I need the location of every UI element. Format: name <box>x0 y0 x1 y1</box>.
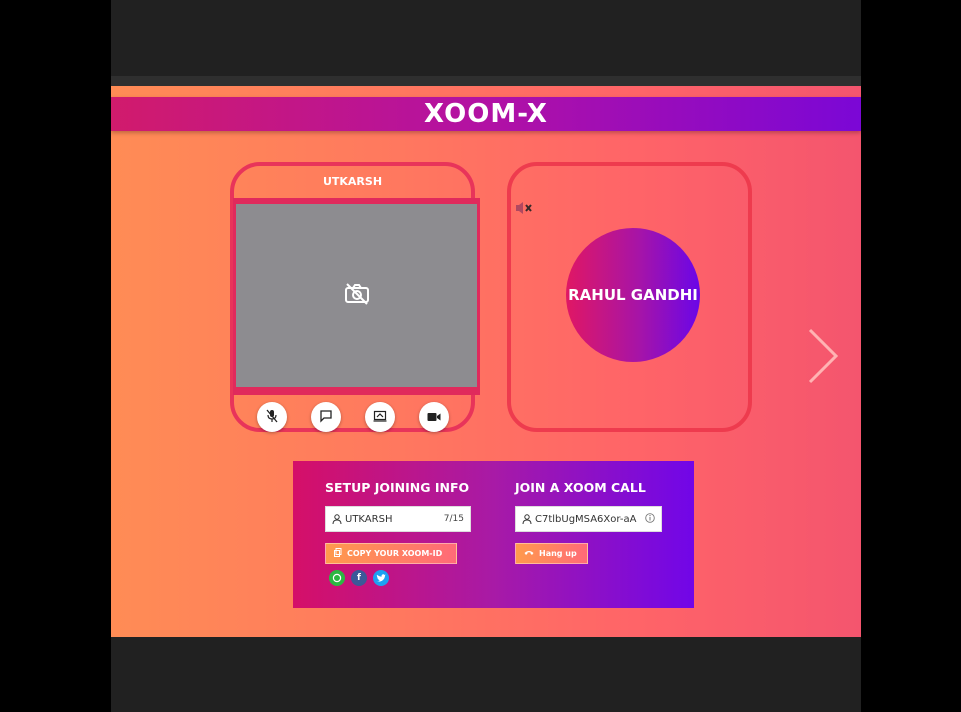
chevron-right-icon[interactable] <box>806 328 840 388</box>
setup-heading: SETUP JOINING INFO <box>325 480 470 495</box>
twitter-icon[interactable] <box>373 570 389 586</box>
info-icon[interactable] <box>645 512 655 526</box>
xoom-id-input[interactable]: C7tlbUgMSA6Xor-aA <box>515 506 662 532</box>
join-heading: JOIN A XOOM CALL <box>515 480 646 495</box>
mic-toggle-button[interactable] <box>256 402 287 432</box>
local-video-frame <box>233 198 480 395</box>
hang-up-label: Hang up <box>539 549 577 558</box>
xoom-id-value: C7tlbUgMSA6Xor-aA <box>535 513 637 525</box>
local-video-area <box>236 204 477 387</box>
name-input[interactable]: UTKARSH 7/15 <box>325 506 471 532</box>
user-icon <box>522 514 532 524</box>
local-participant-name: UTKARSH <box>322 174 383 188</box>
chat-button[interactable] <box>310 402 341 432</box>
top-strip <box>111 76 861 86</box>
whatsapp-icon[interactable] <box>329 570 345 586</box>
copy-id-button[interactable]: COPY YOUR XOOM-ID <box>325 543 457 564</box>
call-controls <box>234 399 471 435</box>
hang-up-button[interactable]: Hang up <box>515 543 588 564</box>
share-row: f <box>329 570 389 586</box>
speaker-muted-icon <box>515 200 535 219</box>
app-title: XOOM-X <box>424 99 548 129</box>
remote-participant-name: RAHUL GANDHI <box>568 286 698 304</box>
mic-muted-icon <box>265 408 279 427</box>
phone-hangup-icon <box>524 549 534 558</box>
facebook-icon[interactable]: f <box>351 570 367 586</box>
camera-off-icon <box>344 282 370 310</box>
copy-id-label: COPY YOUR XOOM-ID <box>347 549 443 558</box>
remote-avatar: RAHUL GANDHI <box>566 228 700 362</box>
screen-share-button[interactable] <box>364 402 395 432</box>
screen-share-icon <box>373 408 387 427</box>
char-count: 7/15 <box>443 514 464 524</box>
video-camera-icon <box>427 408 441 427</box>
app-header: XOOM-X <box>111 97 861 131</box>
bottom-strip <box>111 637 861 712</box>
local-video-card: UTKARSH <box>230 162 480 435</box>
xoom-app: XOOM-X UTKARSH RAHUL GANDHI SETUP JOININ… <box>111 86 861 637</box>
video-toggle-button[interactable] <box>418 402 449 432</box>
copy-icon <box>334 548 342 559</box>
user-icon <box>332 514 342 524</box>
chat-icon <box>319 408 333 427</box>
info-panel: SETUP JOINING INFO UTKARSH 7/15 COPY YOU… <box>293 461 694 608</box>
remote-video-card: RAHUL GANDHI <box>507 162 752 432</box>
browser-viewport: XOOM-X UTKARSH RAHUL GANDHI SETUP JOININ… <box>111 0 861 712</box>
name-input-value: UTKARSH <box>345 513 393 525</box>
